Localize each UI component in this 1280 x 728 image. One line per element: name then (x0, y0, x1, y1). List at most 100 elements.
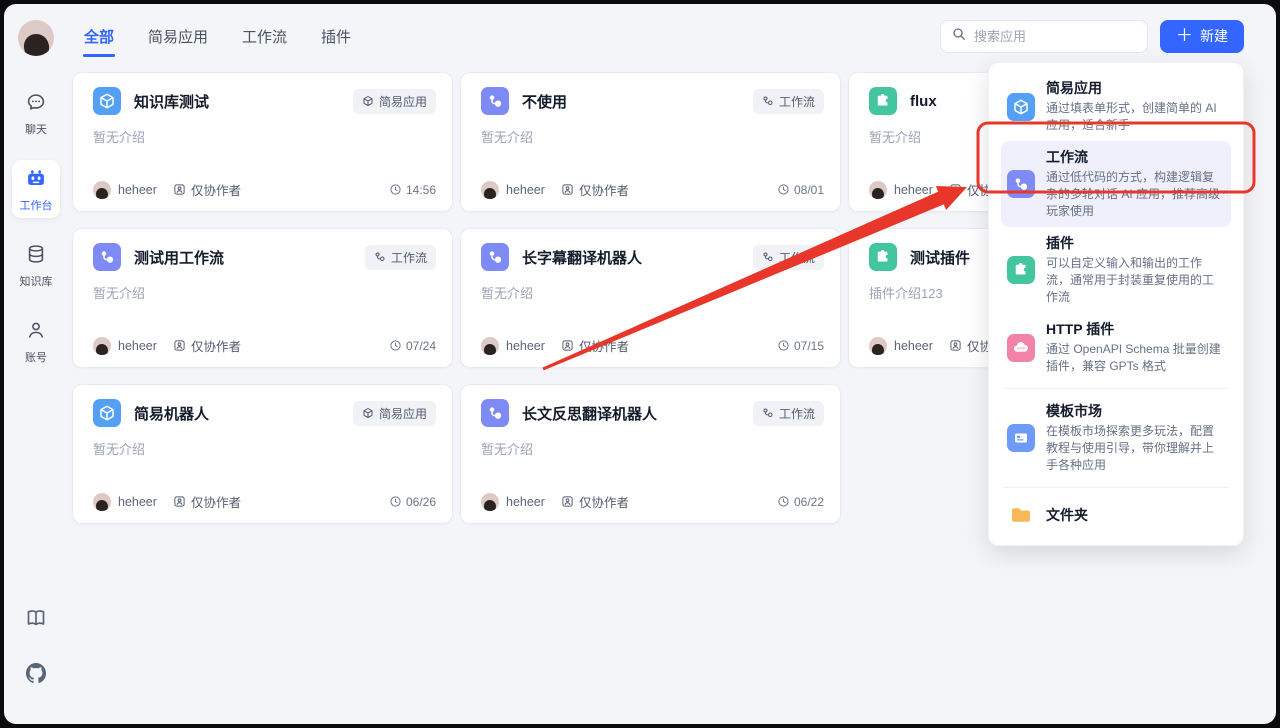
app-card[interactable]: 不使用 工作流 暂无介绍 heheer 仅协作者 08/01 (460, 72, 841, 212)
owner-name: heheer (894, 339, 933, 353)
menu-item-description: 在模板市场探索更多玩法，配置教程与使用引导，带你理解并上手各种应用 (1046, 423, 1225, 474)
owner-avatar (869, 181, 887, 199)
sidebar-nav: 聊天 工作台 知识库 账号 (12, 84, 60, 370)
chat-icon (25, 91, 47, 118)
app-card-description: 暂无介绍 (481, 439, 824, 458)
menu-item-title: 简易应用 (1046, 79, 1225, 98)
user-icon (25, 319, 47, 346)
create-button[interactable]: ＋ 新建 (1160, 20, 1244, 53)
menu-item-http-plugin[interactable]: HTTP HTTP 插件 通过 OpenAPI Schema 批量创建插件，兼容… (1001, 313, 1231, 382)
permission-tag: 仅协作者 (561, 180, 629, 199)
sidebar-item-knowledge[interactable]: 知识库 (12, 236, 60, 294)
app-card[interactable]: 测试用工作流 工作流 暂无介绍 heheer 仅协作者 07/24 (72, 228, 453, 368)
app-window: 聊天 工作台 知识库 账号 (4, 4, 1276, 724)
docs-book-icon[interactable] (24, 606, 48, 635)
app-card[interactable]: 长字幕翻译机器人 工作流 暂无介绍 heheer 仅协作者 07/15 (460, 228, 841, 368)
github-icon[interactable] (24, 661, 48, 690)
menu-item-description: 通过填表单形式，创建简单的 AI 应用，适合新手 (1046, 100, 1225, 134)
tab-plugin[interactable]: 插件 (319, 20, 353, 53)
sidebar-footer (24, 606, 48, 690)
app-type-badge: 简易应用 (353, 89, 436, 114)
app-type-badge: 工作流 (365, 245, 436, 270)
app-type-badge: 工作流 (753, 89, 824, 114)
tab-simple-app[interactable]: 简易应用 (146, 20, 210, 53)
updated-time: 07/24 (389, 339, 436, 353)
app-card-title: 测试用工作流 (134, 247, 365, 268)
robot-icon (25, 167, 47, 194)
sidebar-item-label: 工作台 (20, 197, 53, 213)
search-icon (951, 26, 967, 47)
permission-tag: 仅协作者 (173, 336, 241, 355)
sidebar: 聊天 工作台 知识库 账号 (4, 4, 68, 724)
permission-tag: 仅协作者 (561, 492, 629, 511)
user-avatar[interactable] (18, 20, 54, 56)
workflow-app-icon (481, 87, 509, 115)
svg-text:HTTP: HTTP (1017, 346, 1025, 350)
menu-item-description: 通过低代码的方式，构建逻辑复杂的多轮对话 AI 应用，推荐高级玩家使用 (1046, 169, 1225, 220)
menu-item-title: 插件 (1046, 234, 1225, 253)
owner-name: heheer (894, 183, 933, 197)
database-icon (25, 243, 47, 270)
menu-divider (1003, 388, 1229, 389)
owner-avatar (481, 337, 499, 355)
page-header: 全部 简易应用 工作流 插件 ＋ 新建 (68, 4, 1276, 68)
menu-item-title: 文件夹 (1046, 506, 1088, 525)
app-card-description: 暂无介绍 (481, 283, 824, 302)
plugin-app-icon (869, 87, 897, 115)
app-card-description: 暂无介绍 (93, 439, 436, 458)
owner-avatar (869, 337, 887, 355)
app-type-badge: 简易应用 (353, 401, 436, 426)
owner-name: heheer (506, 183, 545, 197)
sidebar-item-workbench[interactable]: 工作台 (12, 160, 60, 218)
app-type-tabs: 全部 简易应用 工作流 插件 (82, 20, 353, 53)
tab-all[interactable]: 全部 (82, 20, 116, 53)
permission-tag: 仅协作者 (173, 180, 241, 199)
owner-avatar (481, 181, 499, 199)
simple-app-icon (93, 399, 121, 427)
workflow-app-icon (481, 399, 509, 427)
owner-avatar (93, 181, 111, 199)
menu-item-template-market[interactable]: 模板市场 在模板市场探索更多玩法，配置教程与使用引导，带你理解并上手各种应用 (1001, 395, 1231, 481)
owner-name: heheer (118, 183, 157, 197)
sidebar-item-account[interactable]: 账号 (12, 312, 60, 370)
app-card[interactable]: 知识库测试 简易应用 暂无介绍 heheer 仅协作者 14:56 (72, 72, 453, 212)
owner-name: heheer (118, 495, 157, 509)
workflow-icon (1007, 170, 1035, 198)
app-card[interactable]: 简易机器人 简易应用 暂无介绍 heheer 仅协作者 06/26 (72, 384, 453, 524)
simple-app-icon (93, 87, 121, 115)
sidebar-item-label: 账号 (25, 349, 47, 365)
sidebar-item-label: 知识库 (20, 273, 53, 289)
app-card-description: 暂无介绍 (93, 127, 436, 146)
app-card-description: 暂无介绍 (481, 127, 824, 146)
app-card-title: 长文反思翻译机器人 (522, 403, 753, 424)
app-type-badge: 工作流 (753, 245, 824, 270)
menu-item-title: 工作流 (1046, 148, 1225, 167)
menu-item-title: HTTP 插件 (1046, 320, 1225, 339)
app-card-title: 简易机器人 (134, 403, 353, 424)
app-card[interactable]: 长文反思翻译机器人 工作流 暂无介绍 heheer 仅协作者 06/22 (460, 384, 841, 524)
updated-time: 07/15 (777, 339, 824, 353)
tab-workflow[interactable]: 工作流 (240, 20, 289, 53)
search-input[interactable] (974, 29, 1150, 44)
app-card-title: 不使用 (522, 91, 753, 112)
simple-app-icon (1007, 93, 1035, 121)
app-card-title: 知识库测试 (134, 91, 353, 112)
menu-item-folder[interactable]: 文件夹 (1001, 494, 1231, 536)
search-box[interactable] (940, 20, 1148, 53)
permission-tag: 仅协作者 (173, 492, 241, 511)
menu-item-workflow[interactable]: 工作流 通过低代码的方式，构建逻辑复杂的多轮对话 AI 应用，推荐高级玩家使用 (1001, 141, 1231, 227)
owner-avatar (93, 493, 111, 511)
menu-item-description: 可以自定义输入和输出的工作流，通常用于封装重复使用的工作流 (1046, 255, 1225, 306)
app-type-badge: 工作流 (753, 401, 824, 426)
create-menu: 简易应用 通过填表单形式，创建简单的 AI 应用，适合新手 工作流 通过低代码的… (988, 62, 1244, 546)
menu-item-plugin[interactable]: 插件 可以自定义输入和输出的工作流，通常用于封装重复使用的工作流 (1001, 227, 1231, 313)
menu-item-description: 通过 OpenAPI Schema 批量创建插件，兼容 GPTs 格式 (1046, 341, 1225, 375)
owner-avatar (93, 337, 111, 355)
owner-name: heheer (506, 495, 545, 509)
menu-divider (1003, 487, 1229, 488)
sidebar-item-chat[interactable]: 聊天 (12, 84, 60, 142)
menu-item-simple-app[interactable]: 简易应用 通过填表单形式，创建简单的 AI 应用，适合新手 (1001, 72, 1231, 141)
owner-avatar (481, 493, 499, 511)
folder-icon (1007, 503, 1035, 527)
http-plugin-icon: HTTP (1007, 334, 1035, 362)
